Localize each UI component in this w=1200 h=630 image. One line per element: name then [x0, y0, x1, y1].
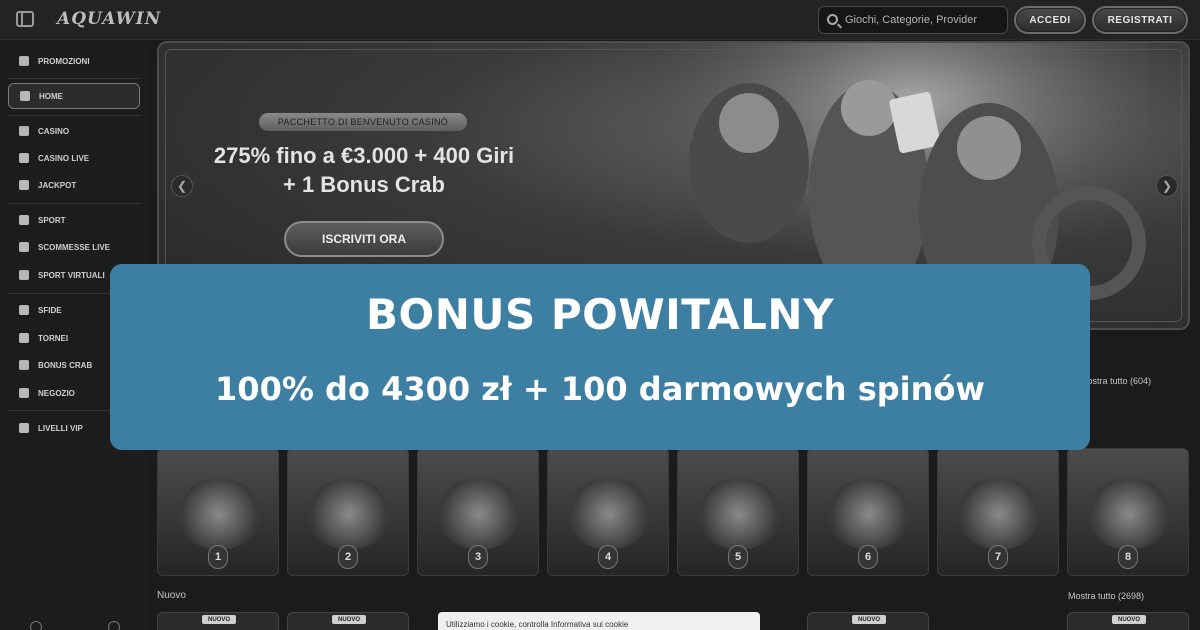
search-box[interactable] — [818, 6, 1008, 34]
login-button[interactable]: ACCEDI — [1014, 6, 1086, 34]
sidebar-item-casino-live[interactable]: CASINO LIVE — [8, 145, 140, 171]
game-card[interactable]: 8 — [1067, 448, 1189, 576]
new-game-card[interactable]: NUOVO — [1067, 612, 1189, 630]
sidebar-item-label: SPORT VIRTUALI — [38, 270, 105, 280]
crab-icon — [19, 360, 29, 370]
new-badge: NUOVO — [852, 615, 886, 624]
sidebar-item-label: JACKPOT — [38, 180, 77, 190]
game-thumbnail — [439, 479, 519, 549]
game-card[interactable]: 3 — [417, 448, 539, 576]
new-badge: NUOVO — [1112, 615, 1146, 624]
game-rank: 2 — [338, 545, 358, 569]
game-thumbnail — [959, 479, 1039, 549]
live-bets-icon — [19, 242, 29, 252]
game-thumbnail — [179, 479, 259, 549]
jackpot-icon — [19, 180, 29, 190]
game-rank: 4 — [598, 545, 618, 569]
game-card[interactable]: 2 — [287, 448, 409, 576]
game-card[interactable]: 6 — [807, 448, 929, 576]
new-game-card[interactable]: NUOVO — [807, 612, 929, 630]
search-input[interactable] — [845, 11, 1003, 29]
game-card[interactable]: 4 — [547, 448, 669, 576]
sidebar-item-scommesse-live[interactable]: SCOMMESSE LIVE — [8, 234, 140, 260]
hero-badge: PACCHETTO DI BENVENUTO CASINÒ — [259, 113, 467, 131]
sidebar-footer — [30, 621, 120, 630]
game-thumbnail — [309, 479, 389, 549]
game-rank: 7 — [988, 545, 1008, 569]
game-rank: 5 — [728, 545, 748, 569]
sidebar-item-casino[interactable]: CASINO — [8, 118, 140, 144]
register-button[interactable]: REGISTRATI — [1092, 6, 1188, 34]
gift-icon — [19, 56, 29, 66]
sidebar-item-label: TORNEI — [38, 333, 69, 343]
sidebar-item-label: CASINO LIVE — [38, 153, 90, 163]
sidebar-item-label: PROMOZIONI — [38, 56, 90, 66]
chevron-left-icon[interactable]: ❮ — [171, 175, 193, 197]
game-card[interactable]: 7 — [937, 448, 1059, 576]
sidebar-item-jackpot[interactable]: JACKPOT — [8, 172, 140, 198]
help-icon[interactable] — [108, 621, 120, 630]
game-rank: 3 — [468, 545, 488, 569]
sidebar-item-label: LIVELLI VIP — [38, 423, 83, 433]
sport-icon — [19, 215, 29, 225]
sidebar-item-label: BONUS CRAB — [38, 360, 93, 370]
live-casino-icon — [19, 153, 29, 163]
game-card[interactable]: 5 — [677, 448, 799, 576]
sidebar-item-label: SCOMMESSE LIVE — [38, 242, 111, 252]
game-thumbnail — [1089, 479, 1169, 549]
sidebar-item-promozioni[interactable]: PROMOZIONI — [8, 48, 140, 74]
divider — [8, 203, 140, 204]
language-icon[interactable] — [30, 621, 42, 630]
show-all-new-games[interactable]: Mostra tutto (2698) — [1068, 591, 1144, 601]
sidebar-item-label: SPORT — [38, 215, 66, 225]
search-icon — [827, 14, 838, 25]
hero-title: 275% fino a €3.000 + 400 Giri + 1 Bonus … — [213, 143, 515, 197]
sidebar-item-label: SFIDE — [38, 305, 62, 315]
sidebar-item-label: HOME — [39, 91, 63, 101]
promo-title: BONUS POWITALNY — [365, 290, 834, 339]
new-game-card[interactable]: NUOVO — [157, 612, 279, 630]
game-rank: 1 — [208, 545, 228, 569]
sidebar-toggle-icon[interactable] — [16, 11, 34, 27]
home-icon — [20, 91, 30, 101]
game-card[interactable]: 1 — [157, 448, 279, 576]
casino-icon — [19, 126, 29, 136]
show-all-top-games[interactable]: Mostra tutto (604) — [1080, 376, 1151, 386]
game-thumbnail — [569, 479, 649, 549]
cookie-banner: Utilizziamo i cookie, controlla Informat… — [438, 612, 760, 630]
virtual-sport-icon — [19, 270, 29, 280]
sidebar-item-label: CASINO — [38, 126, 70, 136]
sidebar-item-label: NEGOZIO — [38, 388, 75, 398]
new-badge: NUOVO — [332, 615, 366, 624]
new-badge: NUOVO — [202, 615, 236, 624]
chevron-right-icon[interactable]: ❯ — [1156, 175, 1178, 197]
trophy-icon — [19, 333, 29, 343]
shop-icon — [19, 388, 29, 398]
promo-subtitle: 100% do 4300 zł + 100 darmowych spinów — [215, 370, 985, 408]
sidebar-item-home[interactable]: HOME — [8, 83, 140, 109]
signup-button[interactable]: ISCRIVITI ORA — [284, 221, 444, 257]
diamond-icon — [19, 423, 29, 433]
game-thumbnail — [699, 479, 779, 549]
new-games-heading: Nuovo — [157, 590, 186, 601]
game-thumbnail — [829, 479, 909, 549]
sidebar-item-sport[interactable]: SPORT — [8, 207, 140, 233]
divider — [8, 78, 140, 79]
new-game-card[interactable]: NUOVO — [287, 612, 409, 630]
top-header: AQUAWIN ACCEDI REGISTRATI — [0, 0, 1200, 40]
game-rank: 8 — [1118, 545, 1138, 569]
logo[interactable]: AQUAWIN — [57, 9, 161, 29]
promo-overlay: BONUS POWITALNY 100% do 4300 zł + 100 da… — [110, 264, 1090, 450]
challenge-icon — [19, 305, 29, 315]
divider — [8, 115, 140, 116]
game-rank: 6 — [858, 545, 878, 569]
